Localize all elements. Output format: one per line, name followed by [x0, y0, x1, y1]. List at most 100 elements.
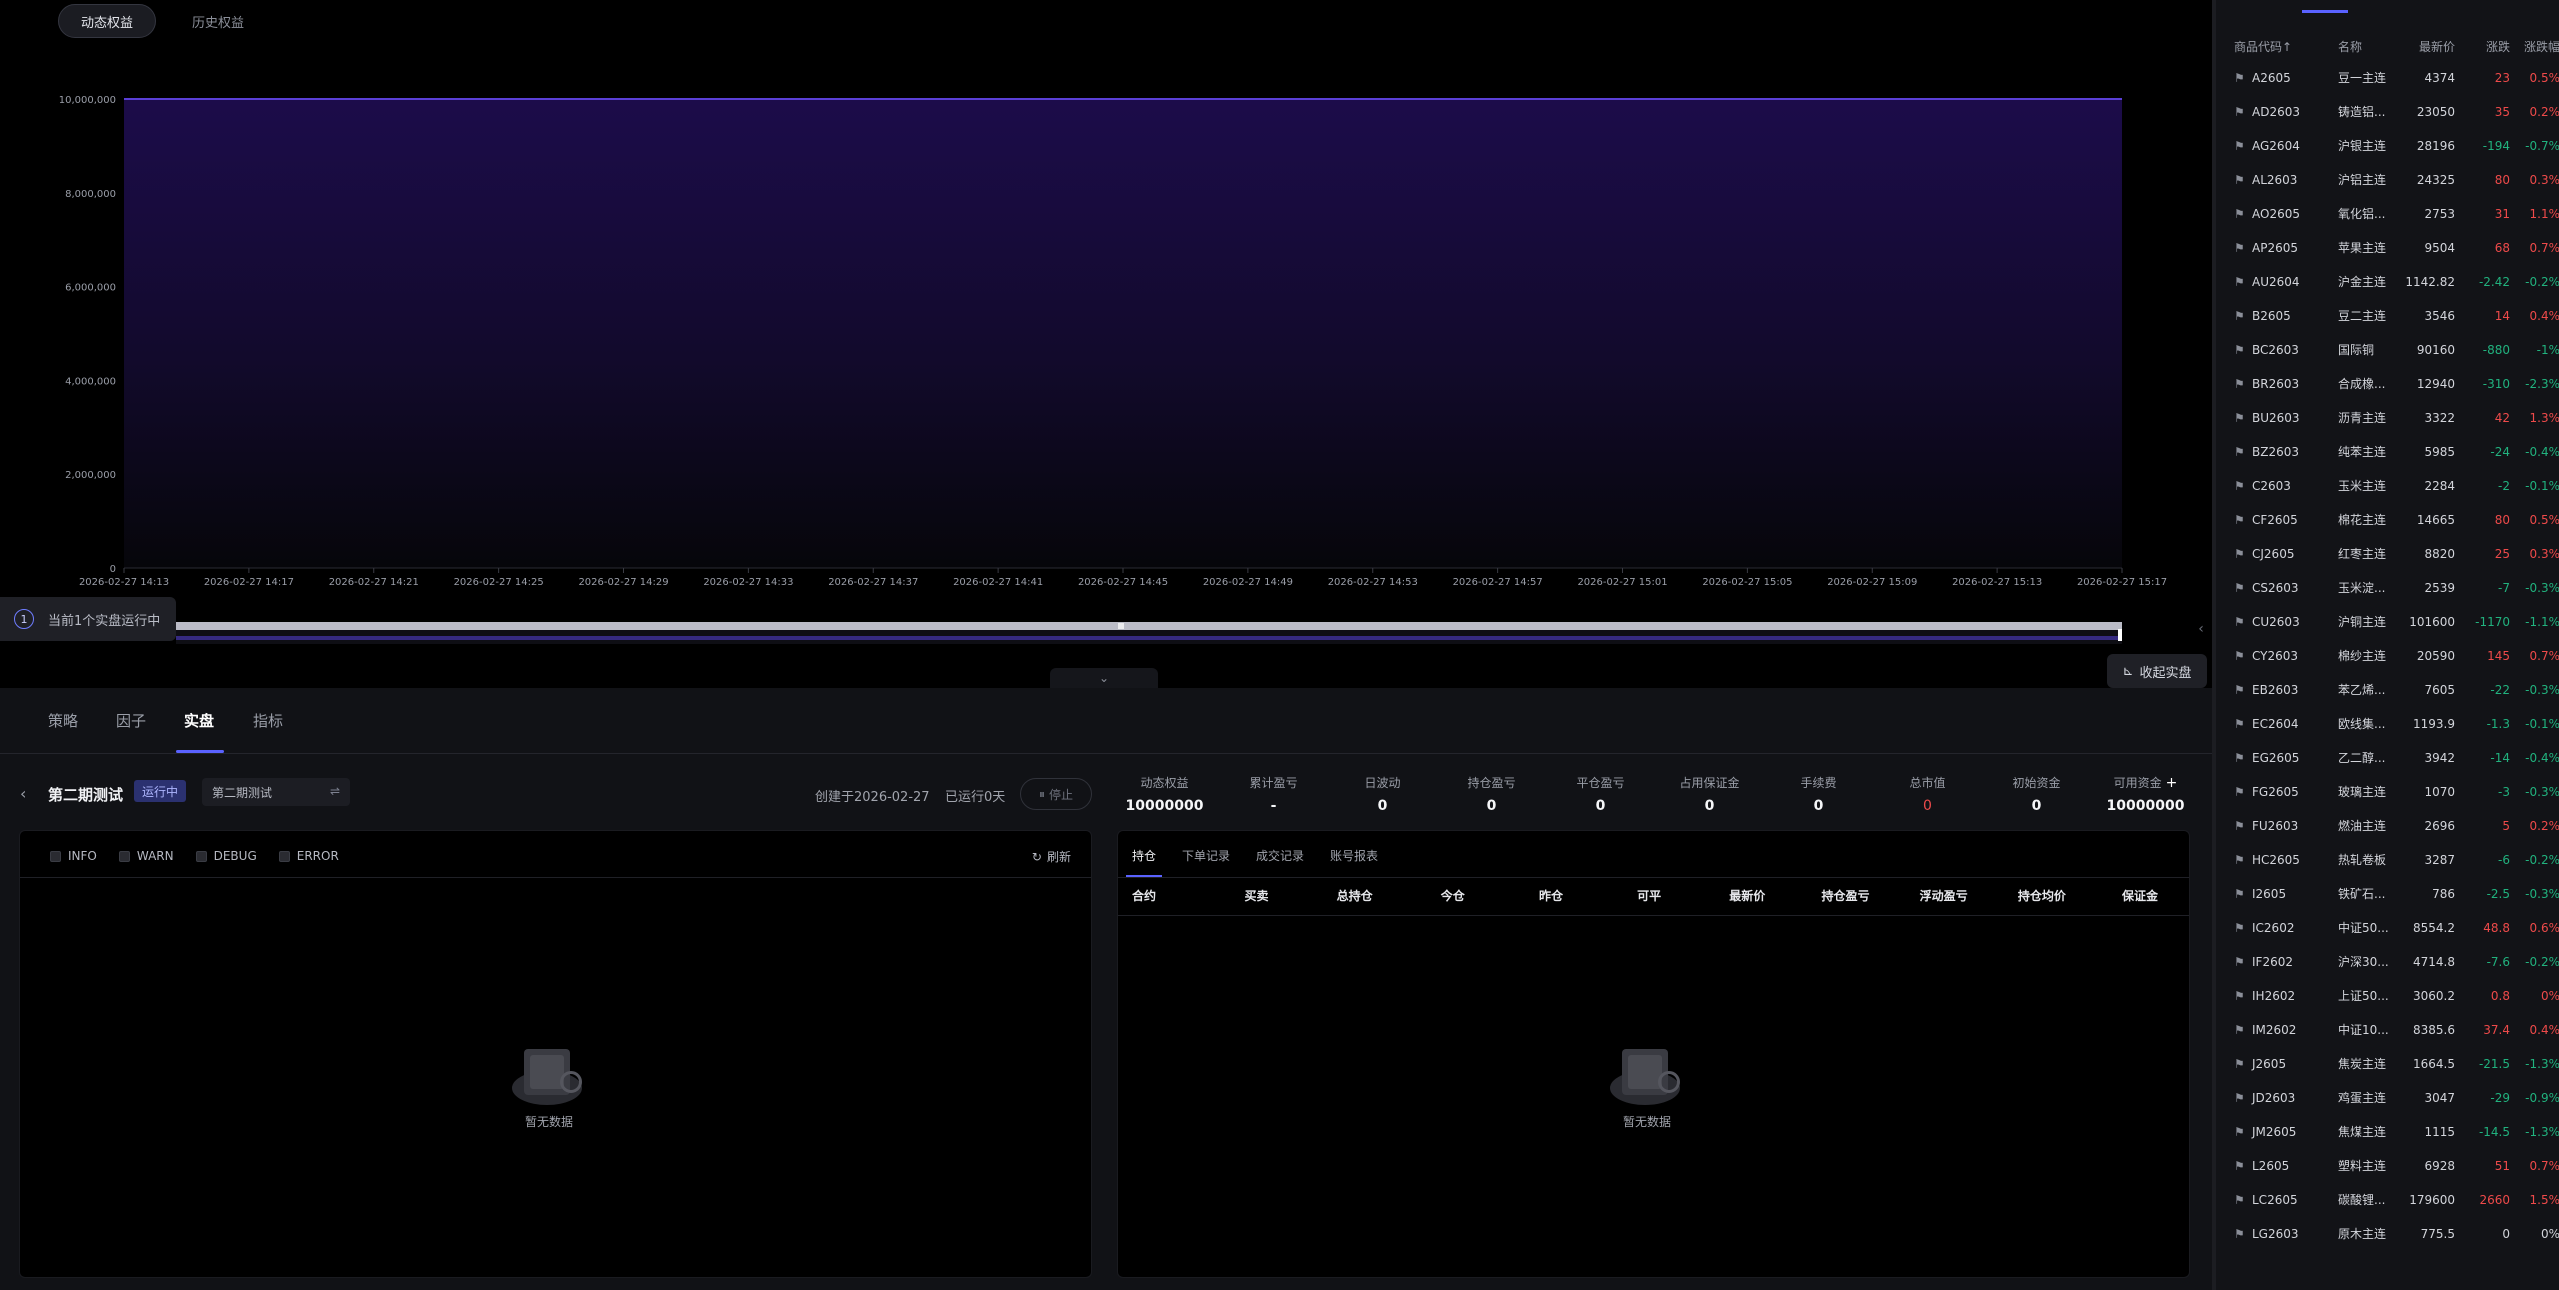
- col-change-header[interactable]: 涨跌: [2456, 38, 2510, 55]
- back-icon[interactable]: ‹: [20, 784, 26, 803]
- market-row[interactable]: ⚑ FU2603 燃油主连 2696 5 0.2%: [2216, 809, 2559, 843]
- filter-info[interactable]: INFO: [50, 849, 97, 863]
- bookmark-icon[interactable]: ⚑: [2234, 401, 2245, 435]
- zoom-slider-right-handle[interactable]: [2118, 629, 2122, 641]
- tab-positions[interactable]: 持仓: [1132, 847, 1156, 864]
- bookmark-icon[interactable]: ⚑: [2234, 843, 2245, 877]
- bookmark-icon[interactable]: ⚑: [2234, 503, 2245, 537]
- tab-account-report[interactable]: 账号报表: [1330, 847, 1378, 864]
- bookmark-icon[interactable]: ⚑: [2234, 639, 2245, 673]
- bookmark-icon[interactable]: ⚑: [2234, 435, 2245, 469]
- chevron-left-icon[interactable]: ‹: [2190, 608, 2212, 650]
- market-row[interactable]: ⚑ LC2605 碳酸锂... 179600 2660 1.5%: [2216, 1183, 2559, 1217]
- market-row[interactable]: ⚑ C2603 玉米主连 2284 -2 -0.1%: [2216, 469, 2559, 503]
- market-row[interactable]: ⚑ FG2605 玻璃主连 1070 -3 -0.3%: [2216, 775, 2559, 809]
- bookmark-icon[interactable]: ⚑: [2234, 979, 2245, 1013]
- market-row[interactable]: ⚑ IF2602 沪深30... 4714.8 -7.6 -0.2%: [2216, 945, 2559, 979]
- market-row[interactable]: ⚑ AU2604 沪金主连 1142.82 -2.42 -0.2%: [2216, 265, 2559, 299]
- bookmark-icon[interactable]: ⚑: [2234, 911, 2245, 945]
- bookmark-icon[interactable]: ⚑: [2234, 163, 2245, 197]
- market-row[interactable]: ⚑ AL2603 沪铝主连 24325 80 0.3%: [2216, 163, 2559, 197]
- market-row[interactable]: ⚑ BZ2603 纯苯主连 5985 -24 -0.4%: [2216, 435, 2559, 469]
- zoom-slider-center-handle[interactable]: [1118, 623, 1124, 629]
- bookmark-icon[interactable]: ⚑: [2234, 809, 2245, 843]
- market-row[interactable]: ⚑ IM2602 中证10... 8385.6 37.4 0.4%: [2216, 1013, 2559, 1047]
- bookmark-icon[interactable]: ⚑: [2234, 1081, 2245, 1115]
- market-row[interactable]: ⚑ L2605 塑料主连 6928 51 0.7%: [2216, 1149, 2559, 1183]
- col-pct-header[interactable]: 涨跌幅: [2506, 38, 2559, 55]
- filter-error[interactable]: ERROR: [278, 849, 339, 863]
- bookmark-icon[interactable]: ⚑: [2234, 707, 2245, 741]
- bookmark-icon[interactable]: ⚑: [2234, 571, 2245, 605]
- bookmark-icon[interactable]: ⚑: [2234, 1047, 2245, 1081]
- collapse-live-button[interactable]: ⊾ 收起实盘: [2107, 654, 2207, 688]
- market-row[interactable]: ⚑ IH2602 上证50... 3060.2 0.8 0%: [2216, 979, 2559, 1013]
- market-row[interactable]: ⚑ J2605 焦炭主连 1664.5 -21.5 -1.3%: [2216, 1047, 2559, 1081]
- bookmark-icon[interactable]: ⚑: [2234, 333, 2245, 367]
- bookmark-icon[interactable]: ⚑: [2234, 605, 2245, 639]
- bookmark-icon[interactable]: ⚑: [2234, 61, 2245, 95]
- bookmark-icon[interactable]: ⚑: [2234, 231, 2245, 265]
- market-row[interactable]: ⚑ CY2603 棉纱主连 20590 145 0.7%: [2216, 639, 2559, 673]
- strategy-select[interactable]: 第二期测试 ⇌: [202, 778, 350, 806]
- market-row[interactable]: ⚑ CU2603 沪铜主连 101600 -1170 -1.1%: [2216, 605, 2559, 639]
- market-row[interactable]: ⚑ HC2605 热轧卷板 3287 -6 -0.2%: [2216, 843, 2559, 877]
- filter-debug[interactable]: DEBUG: [195, 849, 257, 863]
- market-row[interactable]: ⚑ EG2605 乙二醇... 3942 -14 -0.4%: [2216, 741, 2559, 775]
- market-row[interactable]: ⚑ BU2603 沥青主连 3322 42 1.3%: [2216, 401, 2559, 435]
- market-row[interactable]: ⚑ IC2602 中证50... 8554.2 48.8 0.6%: [2216, 911, 2559, 945]
- market-row[interactable]: ⚑ JD2603 鸡蛋主连 3047 -29 -0.9%: [2216, 1081, 2559, 1115]
- market-row[interactable]: ⚑ B2605 豆二主连 3546 14 0.4%: [2216, 299, 2559, 333]
- zoom-slider-range[interactable]: [176, 622, 2122, 630]
- bookmark-icon[interactable]: ⚑: [2234, 129, 2245, 163]
- stop-button[interactable]: ⏸ 停止: [1020, 778, 1092, 810]
- filter-warn[interactable]: WARN: [118, 849, 174, 863]
- market-row[interactable]: ⚑ BC2603 国际铜 90160 -880 -1%: [2216, 333, 2559, 367]
- market-row[interactable]: ⚑ LG2603 原木主连 775.5 0 0%: [2216, 1217, 2559, 1251]
- bookmark-icon[interactable]: ⚑: [2234, 775, 2245, 809]
- market-row[interactable]: ⚑ EB2603 苯乙烯... 7605 -22 -0.3%: [2216, 673, 2559, 707]
- tab-strategy[interactable]: 策略: [48, 710, 78, 731]
- tab-indicator[interactable]: 指标: [253, 710, 283, 731]
- tab-orders[interactable]: 下单记录: [1182, 847, 1230, 864]
- market-row[interactable]: ⚑ AO2605 氧化铝... 2753 31 1.1%: [2216, 197, 2559, 231]
- bookmark-icon[interactable]: ⚑: [2234, 1115, 2245, 1149]
- bookmark-icon[interactable]: ⚑: [2234, 197, 2245, 231]
- bookmark-icon[interactable]: ⚑: [2234, 469, 2245, 503]
- tab-trades[interactable]: 成交记录: [1256, 847, 1304, 864]
- bookmark-icon[interactable]: ⚑: [2234, 1183, 2245, 1217]
- col-price-header[interactable]: 最新价: [2389, 38, 2455, 55]
- market-row[interactable]: ⚑ BR2603 合成橡... 12940 -310 -2.3%: [2216, 367, 2559, 401]
- bookmark-icon[interactable]: ⚑: [2234, 95, 2245, 129]
- add-funds-icon[interactable]: +: [2166, 775, 2178, 791]
- market-row[interactable]: ⚑ A2605 豆一主连 4374 23 0.5%: [2216, 61, 2559, 95]
- bookmark-icon[interactable]: ⚑: [2234, 1013, 2245, 1047]
- bookmark-icon[interactable]: ⚑: [2234, 741, 2245, 775]
- market-row[interactable]: ⚑ CF2605 棉花主连 14665 80 0.5%: [2216, 503, 2559, 537]
- bookmark-icon[interactable]: ⚑: [2234, 265, 2245, 299]
- bookmark-icon[interactable]: ⚑: [2234, 877, 2245, 911]
- chevron-down-icon[interactable]: ⌄: [1050, 668, 1158, 688]
- bookmark-icon[interactable]: ⚑: [2234, 1217, 2245, 1251]
- bookmark-icon[interactable]: ⚑: [2234, 1149, 2245, 1183]
- bookmark-icon[interactable]: ⚑: [2234, 673, 2245, 707]
- market-row[interactable]: ⚑ CJ2605 红枣主连 8820 25 0.3%: [2216, 537, 2559, 571]
- bookmark-icon[interactable]: ⚑: [2234, 367, 2245, 401]
- refresh-button[interactable]: ↻ 刷新: [1032, 848, 1071, 865]
- tab-factor[interactable]: 因子: [116, 710, 146, 731]
- market-row[interactable]: ⚑ AP2605 苹果主连 9504 68 0.7%: [2216, 231, 2559, 265]
- col-code-header[interactable]: 商品代码↑: [2234, 38, 2292, 55]
- market-row[interactable]: ⚑ AD2603 铸造铝... 23050 35 0.2%: [2216, 95, 2559, 129]
- running-count-badge[interactable]: 1 当前1个实盘运行中: [0, 597, 176, 641]
- market-row[interactable]: ⚑ CS2603 玉米淀... 2539 -7 -0.3%: [2216, 571, 2559, 605]
- market-row[interactable]: ⚑ AG2604 沪银主连 28196 -194 -0.7%: [2216, 129, 2559, 163]
- bookmark-icon[interactable]: ⚑: [2234, 945, 2245, 979]
- position-col-header: 昨仓: [1538, 889, 1563, 903]
- bookmark-icon[interactable]: ⚑: [2234, 299, 2245, 333]
- bookmark-icon[interactable]: ⚑: [2234, 537, 2245, 571]
- market-row[interactable]: ⚑ EC2604 欧线集... 1193.9 -1.3 -0.1%: [2216, 707, 2559, 741]
- tab-live[interactable]: 实盘: [184, 710, 214, 731]
- market-row[interactable]: ⚑ JM2605 焦煤主连 1115 -14.5 -1.3%: [2216, 1115, 2559, 1149]
- row-price: 3287: [2424, 853, 2455, 867]
- market-row[interactable]: ⚑ I2605 铁矿石... 786 -2.5 -0.3%: [2216, 877, 2559, 911]
